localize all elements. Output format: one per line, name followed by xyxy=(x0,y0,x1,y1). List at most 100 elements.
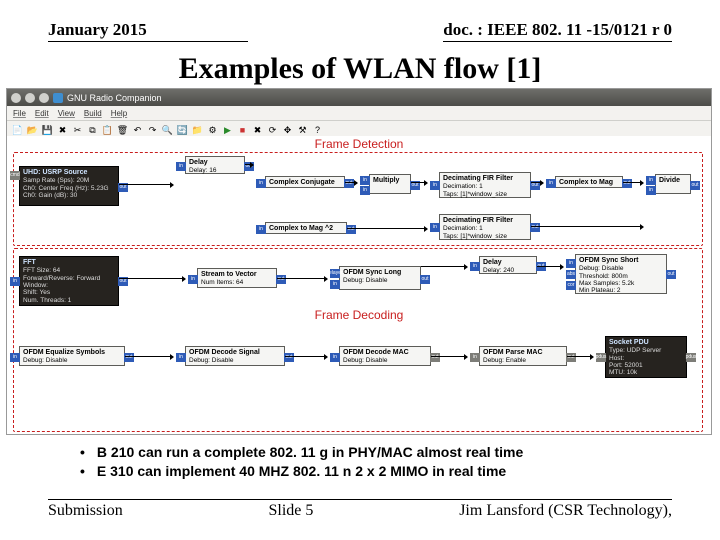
port-in[interactable]: in xyxy=(176,353,186,362)
bullet-item: • E 310 can implement 40 MHZ 802. 11 n 2 … xyxy=(80,462,720,481)
window-close-icon[interactable] xyxy=(11,93,21,103)
tb-cut-icon[interactable]: ✂ xyxy=(71,124,84,137)
menu-build[interactable]: Build xyxy=(84,109,102,118)
block-title: OFDM Decode Signal xyxy=(189,349,281,357)
port-out[interactable]: out xyxy=(276,275,286,284)
port-in[interactable]: in xyxy=(566,259,576,268)
port-pdus-out[interactable]: pdus xyxy=(686,353,696,362)
block-fir-filter-1[interactable]: Decimating FIR Filter Decimation: 1 Taps… xyxy=(439,172,531,198)
block-socket-pdu[interactable]: Socket PDU Type: UDP Server Host: Port: … xyxy=(605,336,687,378)
tb-kill-icon[interactable]: ✖ xyxy=(251,124,264,137)
block-ofdm-parse-mac[interactable]: OFDM Parse MAC Debug: Enable in out xyxy=(479,346,567,366)
port-out[interactable]: out xyxy=(430,353,440,362)
port-pdus[interactable]: pdus xyxy=(596,353,606,362)
port-out[interactable]: out xyxy=(566,353,576,362)
wire xyxy=(531,182,543,183)
block-ofdm-sync-short[interactable]: OFDM Sync Short Debug: Disable Threshold… xyxy=(575,254,667,294)
block-multiply[interactable]: Multiply in in out xyxy=(369,174,411,194)
port-in[interactable]: in xyxy=(330,280,340,289)
block-ofdm-decode-mac[interactable]: OFDM Decode MAC Debug: Disable in out xyxy=(339,346,431,366)
tb-paste-icon[interactable]: 📋 xyxy=(101,124,114,137)
block-complex-conjugate[interactable]: Complex Conjugate in out xyxy=(265,176,345,188)
port-in0[interactable]: in xyxy=(360,176,370,185)
port-in1[interactable]: in xyxy=(646,186,656,195)
block-stream-to-vector[interactable]: Stream to Vector Num Items: 64 in out xyxy=(197,268,277,288)
block-delay-2[interactable]: Delay Delay: 240 in out xyxy=(479,256,537,274)
port-in[interactable]: in xyxy=(330,353,340,362)
block-param: Max Samples: 5.2k xyxy=(579,280,663,287)
window-maximize-icon[interactable] xyxy=(39,93,49,103)
tb-generate-icon[interactable]: ⚙ xyxy=(206,124,219,137)
tb-redo-icon[interactable]: ↷ xyxy=(146,124,159,137)
tb-delete-icon[interactable]: 🗑 xyxy=(116,124,129,137)
port-in[interactable]: in xyxy=(10,353,20,362)
menu-edit[interactable]: Edit xyxy=(35,109,49,118)
block-param: Debug: Disable xyxy=(579,265,663,272)
port-in[interactable]: in xyxy=(176,162,186,171)
block-ofdm-sync-long[interactable]: OFDM Sync Long Debug: Disable delayed in… xyxy=(339,266,421,290)
bullet-marker-icon: • xyxy=(80,462,85,481)
port-in[interactable]: in xyxy=(546,179,556,188)
block-complex-to-mag2[interactable]: Complex to Mag ^2 in out xyxy=(265,222,347,234)
port-in[interactable]: in xyxy=(256,225,266,234)
block-divide[interactable]: Divide in in out xyxy=(655,174,691,194)
port-in[interactable]: in xyxy=(430,181,440,190)
block-ofdm-equalize-symbols[interactable]: OFDM Equalize Symbols Debug: Disable in … xyxy=(19,346,125,366)
tb-undo-icon[interactable]: ↶ xyxy=(131,124,144,137)
bullet-text: E 310 can implement 40 MHZ 802. 11 n 2 x… xyxy=(97,462,506,481)
tb-new-icon[interactable]: 📄 xyxy=(11,124,24,137)
block-title: Decimating FIR Filter xyxy=(443,217,527,225)
port-out[interactable]: out xyxy=(284,353,294,362)
port-in[interactable]: in xyxy=(188,275,198,284)
port-abs[interactable]: abs xyxy=(566,270,576,279)
port-in[interactable]: in xyxy=(10,277,20,286)
tb-open-icon[interactable]: 📂 xyxy=(26,124,39,137)
port-out[interactable]: out xyxy=(622,179,632,188)
bullet-list: •B 210 can run a complete 802. 11 g in P… xyxy=(80,443,720,481)
port-in[interactable]: in xyxy=(470,353,480,362)
flowgraph-canvas[interactable]: Frame Detection UHD: USRP Source Samp Ra… xyxy=(7,136,711,434)
port-in[interactable]: in xyxy=(470,262,480,271)
wire xyxy=(285,356,327,357)
port-out[interactable]: out xyxy=(530,223,540,232)
tb-open2-icon[interactable]: 📁 xyxy=(191,124,204,137)
port-out[interactable]: out xyxy=(346,225,356,234)
port-cor[interactable]: cor xyxy=(566,281,576,290)
menu-view[interactable]: View xyxy=(58,109,75,118)
tb-run-icon[interactable]: ▶ xyxy=(221,124,234,137)
tb-help-icon[interactable]: ? xyxy=(311,124,324,137)
port-in[interactable]: in xyxy=(430,223,440,232)
tb-close-icon[interactable]: ✖ xyxy=(56,124,69,137)
tb-rotate-icon[interactable]: 🔄 xyxy=(176,124,189,137)
block-param: Forward/Reverse: Forward xyxy=(23,275,115,282)
port-out[interactable]: out xyxy=(344,179,354,188)
port-in[interactable]: in xyxy=(256,179,266,188)
block-complex-to-mag[interactable]: Complex to Mag in out xyxy=(555,176,623,188)
port-out[interactable]: out xyxy=(124,353,134,362)
window-minimize-icon[interactable] xyxy=(25,93,35,103)
block-param: Shift: Yes xyxy=(23,289,115,296)
menu-help[interactable]: Help xyxy=(111,109,127,118)
tb-save-icon[interactable]: 💾 xyxy=(41,124,54,137)
section-frame-detection: Frame Detection xyxy=(315,137,404,151)
port-cmd[interactable]: cmd xyxy=(10,171,20,180)
block-fft[interactable]: FFT FFT Size: 64 Forward/Reverse: Forwar… xyxy=(19,256,119,306)
port-delayed[interactable]: delayed xyxy=(330,269,340,278)
tb-reload-icon[interactable]: ⟳ xyxy=(266,124,279,137)
tb-zoom-icon[interactable]: 🔍 xyxy=(161,124,174,137)
port-in0[interactable]: in xyxy=(646,176,656,185)
block-delay[interactable]: Delay Delay: 16 in out xyxy=(185,156,245,174)
block-usrp-source[interactable]: UHD: USRP Source Samp Rate (Sps): 20M Ch… xyxy=(19,166,119,206)
port-out[interactable]: out xyxy=(690,181,700,190)
port-in1[interactable]: in xyxy=(360,186,370,195)
tb-opts-icon[interactable]: ⚒ xyxy=(296,124,309,137)
port-out[interactable]: out xyxy=(420,275,430,284)
header-date: January 2015 xyxy=(48,20,248,42)
block-fir-filter-2[interactable]: Decimating FIR Filter Decimation: 1 Taps… xyxy=(439,214,531,240)
port-out[interactable]: out xyxy=(666,270,676,279)
menu-file[interactable]: File xyxy=(13,109,26,118)
tb-pan-icon[interactable]: ✥ xyxy=(281,124,294,137)
tb-copy-icon[interactable]: ⧉ xyxy=(86,124,99,137)
tb-stop-icon[interactable]: ■ xyxy=(236,124,249,137)
block-ofdm-decode-signal[interactable]: OFDM Decode Signal Debug: Disable in out xyxy=(185,346,285,366)
